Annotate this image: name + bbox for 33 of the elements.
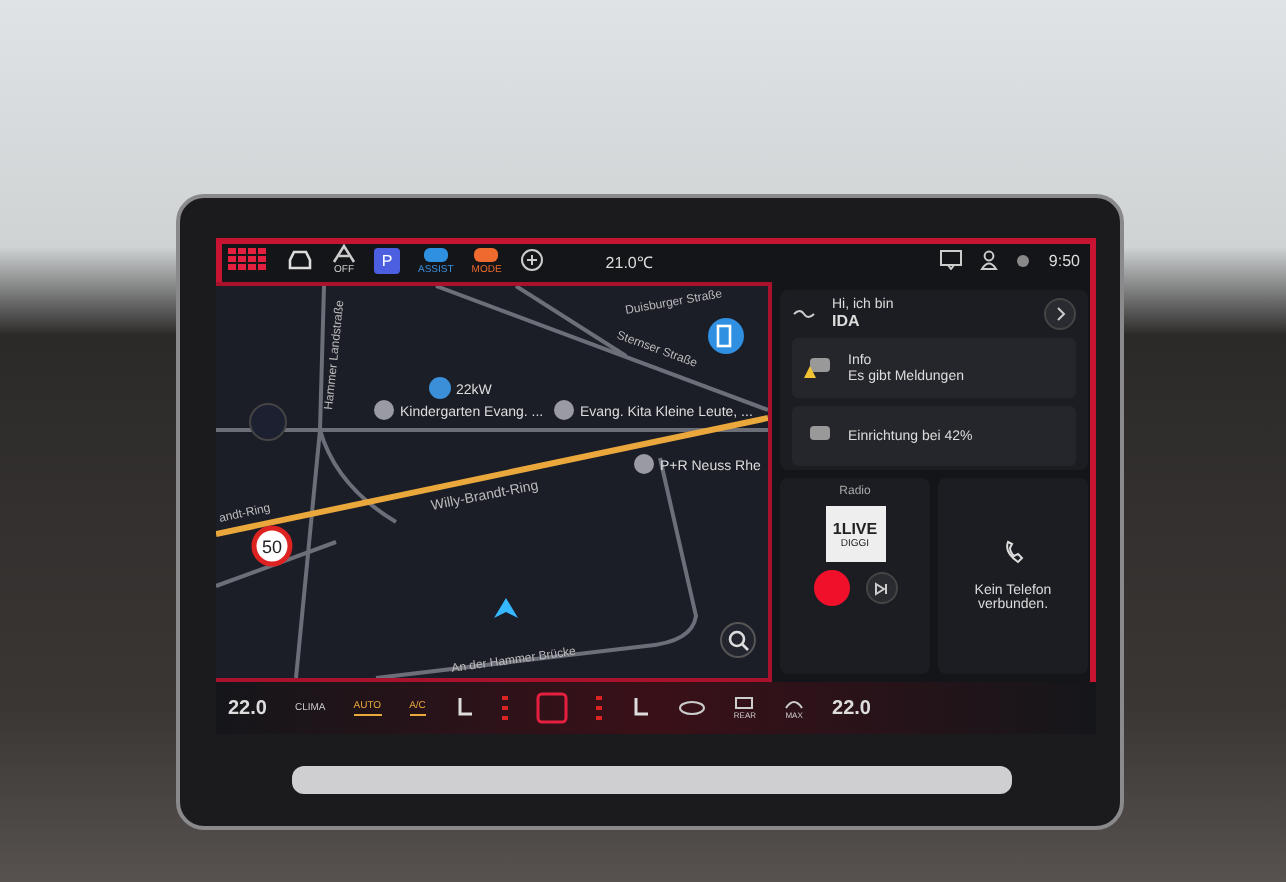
driver-temperature: 22.0	[228, 697, 267, 719]
assist-off-icon[interactable]	[332, 244, 356, 264]
home-button-icon[interactable]	[535, 692, 568, 724]
search-icon	[727, 629, 749, 651]
add-icon[interactable]	[519, 248, 544, 272]
location-arrow-icon	[494, 598, 518, 618]
message-icon[interactable]	[940, 250, 963, 270]
parking-button[interactable]: P	[374, 247, 400, 273]
level-indicator-icon	[595, 696, 602, 720]
skip-next-button[interactable]	[865, 572, 897, 604]
passenger-temperature: 22.0	[832, 697, 871, 719]
skip-next-icon	[874, 581, 888, 595]
charging-station-icon[interactable]	[429, 377, 451, 399]
person-icon[interactable]	[980, 250, 999, 270]
speed-limit-sign: 50	[251, 525, 293, 567]
place-pin-icon[interactable]	[634, 454, 654, 474]
chevron-right-button[interactable]	[1044, 298, 1076, 330]
record-button[interactable]	[813, 570, 849, 606]
place-pin-icon[interactable]	[374, 400, 394, 420]
level-indicator-icon	[501, 696, 508, 720]
assistant-name: IDA	[832, 312, 862, 330]
outside-temperature: 21.0℃	[605, 251, 653, 271]
place-pin-icon[interactable]	[554, 400, 574, 420]
charging-button[interactable]	[708, 318, 744, 354]
chevron-right-icon	[1055, 306, 1065, 322]
search-button[interactable]	[720, 622, 756, 658]
phone-icon	[1003, 540, 1023, 564]
car-icon[interactable]	[286, 250, 314, 270]
wave-icon	[792, 308, 816, 320]
station-name: 1LIVE	[832, 519, 878, 537]
clock-time: 9:50	[1048, 251, 1080, 269]
apps-grid-icon[interactable]	[228, 248, 268, 272]
touch-slider-bar[interactable]	[292, 766, 1012, 794]
